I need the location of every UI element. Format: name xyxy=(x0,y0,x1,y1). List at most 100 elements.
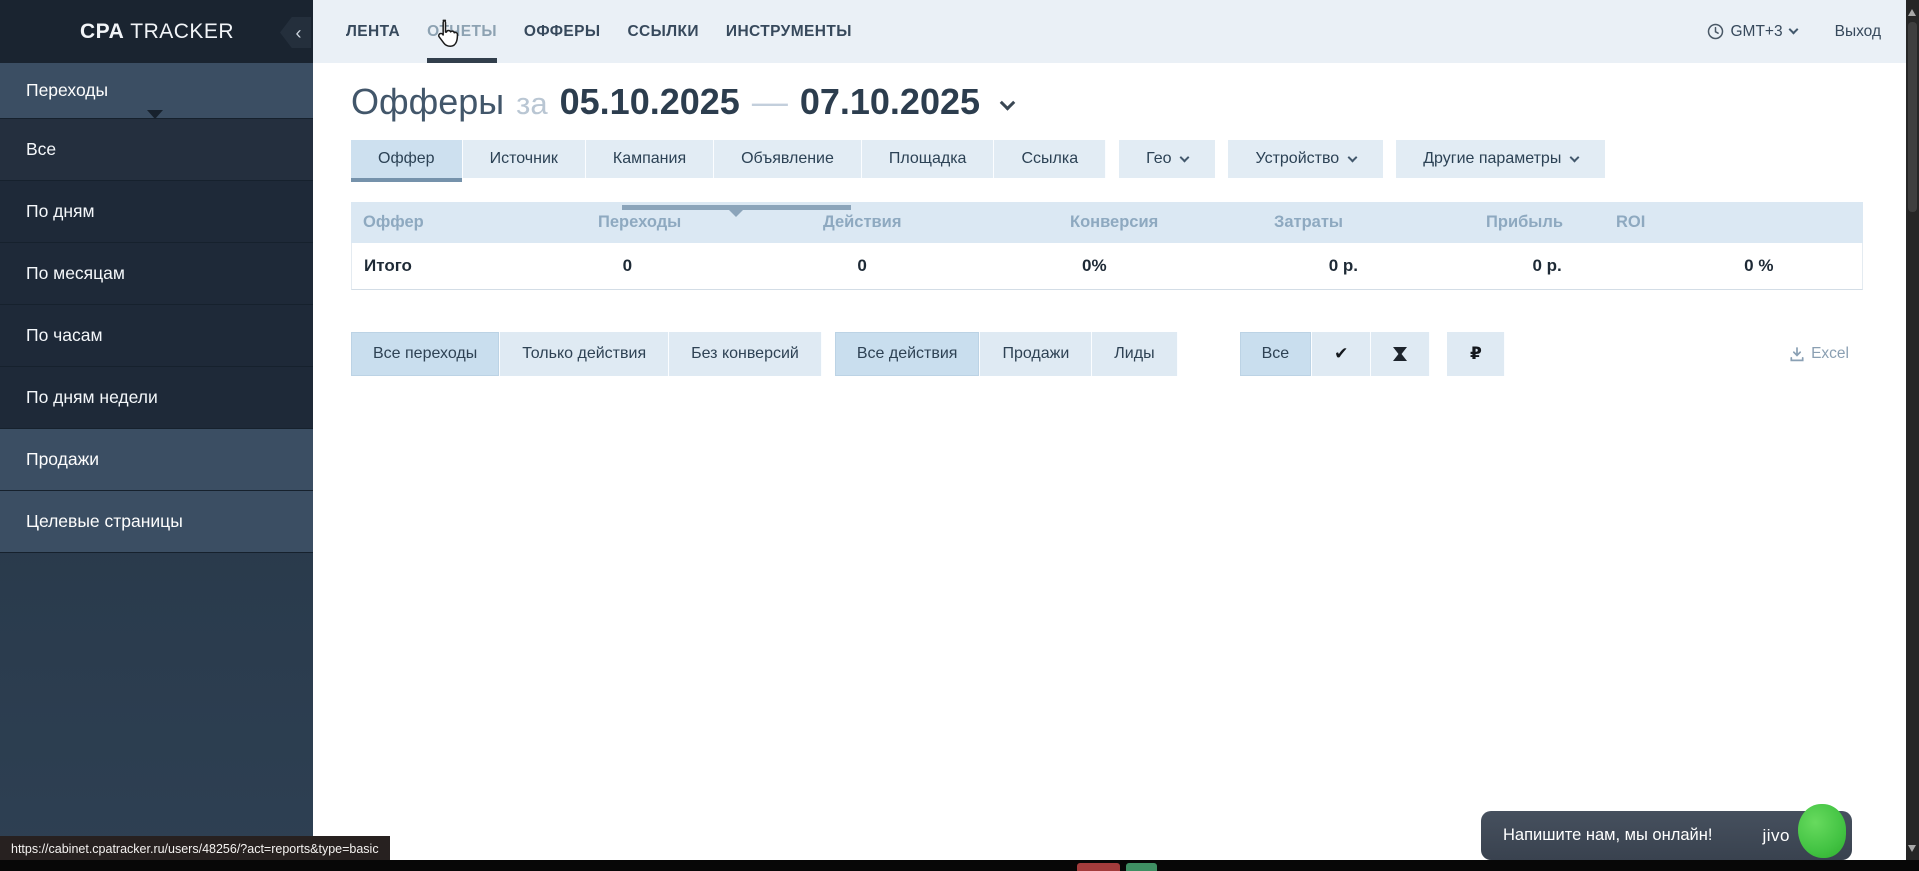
filter-button[interactable]: Все переходы xyxy=(351,332,500,376)
filter-button[interactable]: Все действия xyxy=(835,332,981,376)
topbar-right: GMT+3 Выход xyxy=(1707,0,1882,63)
table-cell: 0 xyxy=(845,256,1070,276)
date-from[interactable]: 05.10.2025 xyxy=(560,81,740,123)
sidebar: CPA TRACKER ‹ Переходы Все По дням По ме… xyxy=(0,0,313,871)
dimension-tab-group: ОфферИсточникКампанияОбъявлениеПлощадкаС… xyxy=(351,140,1106,178)
table-header-row: ОфферПереходыДействияКонверсияЗатратыПри… xyxy=(351,202,1863,243)
report-title: Офферы за 05.10.2025 — 07.10.2025 xyxy=(351,81,1013,123)
traffic-filter-group: Все переходы Только действия Без конверсий xyxy=(351,332,822,376)
nav-item[interactable]: ОТЧЕТЫ xyxy=(427,0,497,63)
date-to[interactable]: 07.10.2025 xyxy=(800,81,980,123)
action-filter-group: Все действия Продажи Лиды xyxy=(835,332,1178,376)
hourglass-icon-button[interactable] xyxy=(1371,332,1430,376)
chevron-down-icon xyxy=(1570,152,1580,162)
dropdown-tab-group: Гео Устройство Другие параметры xyxy=(1119,140,1618,178)
sidebar-item-label: Все xyxy=(26,139,56,160)
sidebar-item[interactable]: Переходы xyxy=(0,63,313,119)
dimension-tab[interactable]: Площадка xyxy=(862,140,995,178)
check-icon-button[interactable] xyxy=(1312,332,1371,376)
filter-button[interactable]: Только действия xyxy=(500,332,669,376)
sidebar-item-label: По дням недели xyxy=(26,387,158,408)
table-cell: Итого xyxy=(352,256,611,276)
excel-export-link[interactable]: Excel xyxy=(1790,345,1863,363)
dimension-tab[interactable]: Объявление xyxy=(714,140,862,178)
filter-button-label: Все действия xyxy=(857,345,958,363)
spacer xyxy=(1106,140,1119,178)
sidebar-item[interactable]: По часам xyxy=(0,305,313,367)
dimension-tab[interactable]: Ссылка xyxy=(994,140,1106,178)
dimension-tab[interactable]: Оффер xyxy=(351,140,463,178)
topbar: ЛЕНТА ОТЧЕТЫ ОФФЕРЫ ССЫЛКИ ИНСТРУМЕНТЫ GMT+3… xyxy=(313,0,1906,63)
table-column-header[interactable]: ROI xyxy=(1604,213,1645,232)
filter-button[interactable]: Лиды xyxy=(1092,332,1177,376)
sidebar-item[interactable]: Продажи xyxy=(0,429,313,491)
filters-row: Все переходы Только действия Без конверсий… xyxy=(351,332,1863,376)
dropdown-tab[interactable]: Гео xyxy=(1119,140,1215,178)
sidebar-item-label: Продажи xyxy=(26,449,99,470)
status-url-tooltip: https://cabinet.cpatracker.ru/users/4825… xyxy=(0,836,390,861)
table-column-header[interactable]: Конверсия xyxy=(1058,213,1262,232)
logout-link[interactable]: Выход xyxy=(1835,23,1881,41)
currency-filter-group xyxy=(1447,332,1505,376)
logo-cpa: CPA xyxy=(80,20,124,43)
table-cell: 0 р. xyxy=(1520,256,1732,276)
sidebar-item[interactable]: Все xyxy=(0,119,313,181)
filter-button[interactable]: Продажи xyxy=(980,332,1092,376)
scrollbar[interactable] xyxy=(1906,0,1919,871)
report-table: ОфферПереходыДействияКонверсияЗатратыПри… xyxy=(351,202,1863,290)
sidebar-menu: Переходы Все По дням По месяцам По часам… xyxy=(0,63,313,553)
nav-item[interactable]: ОФФЕРЫ xyxy=(524,0,601,63)
scroll-up-arrow[interactable] xyxy=(1908,5,1916,16)
sidebar-collapse-button[interactable]: ‹ xyxy=(280,17,311,48)
dimension-tab[interactable]: Источник xyxy=(463,140,586,178)
table-cell: 0 р. xyxy=(1317,256,1521,276)
filter-button[interactable]: Без конверсий xyxy=(669,332,822,376)
sidebar-item[interactable]: Целевые страницы xyxy=(0,491,313,553)
nav-item[interactable]: ССЫЛКИ xyxy=(627,0,698,63)
sidebar-item-label: Переходы xyxy=(26,80,108,101)
sidebar-item[interactable]: По месяцам xyxy=(0,243,313,305)
date-dash: — xyxy=(752,81,788,123)
chevron-down-icon xyxy=(1180,152,1190,162)
logo-bar: CPA TRACKER ‹ xyxy=(0,0,313,63)
timezone-dropdown[interactable]: GMT+3 xyxy=(1707,23,1797,41)
dropdown-tab-label: Устройство xyxy=(1255,150,1339,168)
filter-button[interactable]: Все xyxy=(1240,332,1313,376)
dropdown-tab[interactable]: Другие параметры xyxy=(1396,140,1605,178)
timezone-label: GMT+3 xyxy=(1731,23,1783,41)
dropdown-tab[interactable]: Устройство xyxy=(1228,140,1383,178)
dropdown-tab-label: Гео xyxy=(1146,150,1171,168)
filter-button-label: Только действия xyxy=(522,345,646,363)
ruble-icon-button[interactable] xyxy=(1447,332,1505,376)
filter-button-label: Лиды xyxy=(1114,345,1154,363)
filter-button-label: Без конверсий xyxy=(691,345,799,363)
table-totals-row: Итого000%0 р.0 р.0 % xyxy=(351,243,1863,290)
chat-widget[interactable]: Напишите нам, мы онлайн! jivo xyxy=(1481,811,1852,860)
chevron-down-icon xyxy=(1788,25,1798,35)
filter-button-label: Все переходы xyxy=(373,345,477,363)
table-column-header[interactable]: Прибыль xyxy=(1474,213,1604,232)
app-window: CPA TRACKER ‹ Переходы Все По дням По ме… xyxy=(0,0,1919,871)
sort-indicator xyxy=(622,205,851,210)
scrollbar-thumb[interactable] xyxy=(1908,22,1917,212)
table-column-header[interactable]: Действия xyxy=(811,213,1058,232)
table-column-header[interactable]: Затраты xyxy=(1262,213,1474,232)
excel-label: Excel xyxy=(1811,345,1849,363)
sidebar-item[interactable]: По дням xyxy=(0,181,313,243)
nav-item[interactable]: ИНСТРУМЕНТЫ xyxy=(726,0,852,63)
jivo-leaf-icon xyxy=(1798,804,1846,858)
chevron-down-icon xyxy=(1348,152,1358,162)
dimension-tab[interactable]: Кампания xyxy=(586,140,714,178)
table-cell: 0% xyxy=(1070,256,1317,276)
clock-icon xyxy=(1707,23,1724,40)
nav-item[interactable]: ЛЕНТА xyxy=(346,0,400,63)
status-url: https://cabinet.cpatracker.ru/users/4825… xyxy=(11,842,379,856)
scroll-down-arrow[interactable] xyxy=(1908,845,1916,856)
sidebar-item[interactable]: По дням недели xyxy=(0,367,313,429)
table-cell: 0 % xyxy=(1732,256,1862,276)
logo: CPA TRACKER xyxy=(80,0,234,63)
table-column-header[interactable]: Переходы xyxy=(586,213,811,232)
table-column-header[interactable]: Оффер xyxy=(351,213,586,232)
filter-button-label: Продажи xyxy=(1002,345,1069,363)
date-range-chevron-icon[interactable] xyxy=(1000,95,1016,111)
